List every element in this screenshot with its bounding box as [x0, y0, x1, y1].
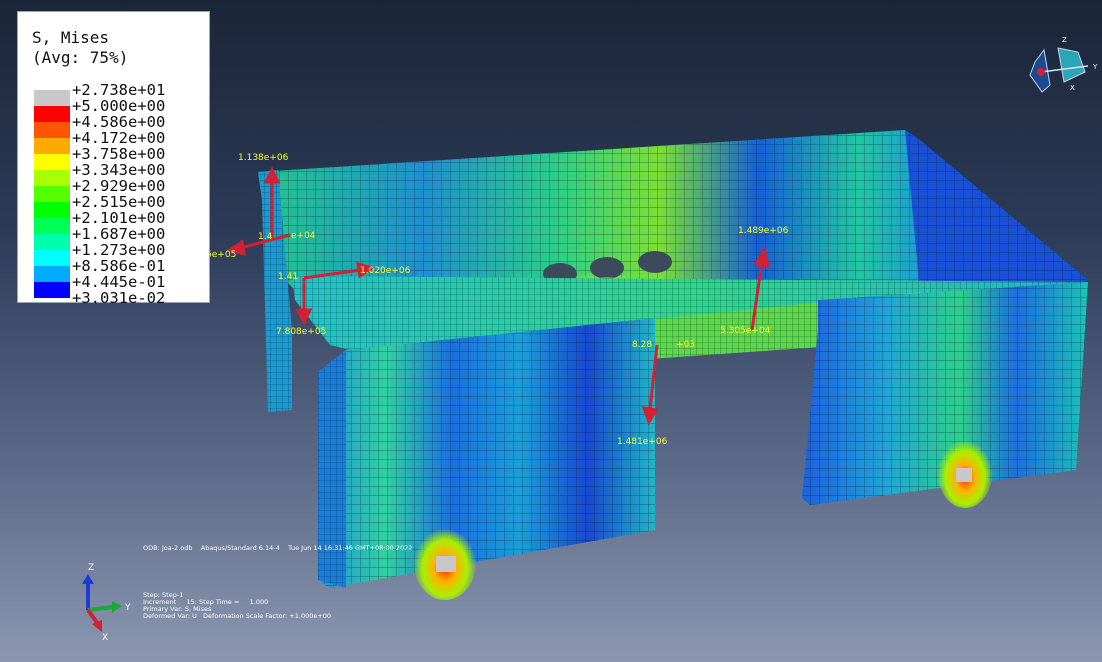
legend-swatch: [34, 266, 70, 282]
load-label-8: 1.489e+06: [738, 226, 789, 236]
legend-swatch: [34, 170, 70, 186]
axis-triad: Z Y X: [82, 563, 131, 643]
legend-level: +4.172e+00: [72, 129, 166, 147]
legend-level: +2.515e+00: [72, 193, 166, 211]
legend-level: +3.031e-02: [72, 289, 166, 307]
triad-z-label: Z: [88, 563, 94, 573]
legend-swatch: [34, 250, 70, 266]
legend-level: +1.273e+00: [72, 241, 166, 259]
legend-level: +2.929e+00: [72, 177, 166, 195]
legend-level: +3.758e+00: [72, 145, 166, 163]
load-label-3: e+04: [291, 231, 316, 241]
cube-z-label: Z: [1062, 36, 1067, 44]
triad-x-label: X: [102, 633, 108, 643]
deformed-var-info: Deformed Var: U Deformation Scale Factor…: [143, 612, 332, 620]
load-label-12: 1.481e+06: [617, 437, 668, 447]
legend-level: +4.586e+00: [72, 113, 166, 131]
legend-title: S, Mises: [32, 28, 110, 47]
legend-level: +2.738e+01: [72, 81, 166, 99]
mesh-right-leg: [802, 282, 1088, 508]
load-label-7: 7.808e+05: [276, 327, 326, 337]
legend-swatch: [34, 218, 70, 234]
legend-level: +2.101e+00: [72, 209, 166, 227]
legend-level: +8.586e-01: [72, 257, 166, 275]
load-label-6: 1.41: [278, 272, 298, 282]
odb-info: ODB: Joa-2.odb Abaqus/Standard 6.14-4 Tu…: [143, 544, 413, 552]
legend-swatch: [34, 202, 70, 218]
mesh-right-end-wall: [905, 130, 1088, 292]
triad-y-label: Y: [124, 603, 131, 613]
legend-swatch: [34, 138, 70, 154]
legend-swatch: [34, 234, 70, 250]
legend-swatch: [34, 106, 70, 122]
view-cube[interactable]: Z Y X: [1029, 36, 1098, 93]
legend-level: +5.000e+00: [72, 97, 166, 115]
load-label-5: 1.020e+06: [360, 266, 411, 276]
legend-swatch: [34, 122, 70, 138]
load-label-9: 5.305e+04: [720, 326, 771, 336]
legend-level: +1.687e+00: [72, 225, 166, 243]
mesh-front-wall: [318, 318, 655, 600]
legend-level: +3.343e+00: [72, 161, 166, 179]
legend-swatch: [34, 154, 70, 170]
contour-legend: S, Mises (Avg: 75%) +2.738e+01 +5.000e+00…: [17, 11, 210, 307]
cube-x-label: X: [1070, 84, 1075, 92]
legend-swatch: [34, 186, 70, 202]
legend-level: +4.445e-01: [72, 273, 166, 291]
load-label-11: +03: [676, 340, 695, 350]
load-label-1: 1.138e+06: [238, 153, 289, 163]
load-label-10: 8.28: [632, 340, 652, 350]
cube-y-label: Y: [1092, 63, 1098, 71]
legend-swatch: [34, 282, 70, 298]
legend-swatch: [34, 90, 70, 106]
load-label-2: 1.4: [258, 232, 273, 242]
legend-subtitle: (Avg: 75%): [32, 48, 129, 67]
